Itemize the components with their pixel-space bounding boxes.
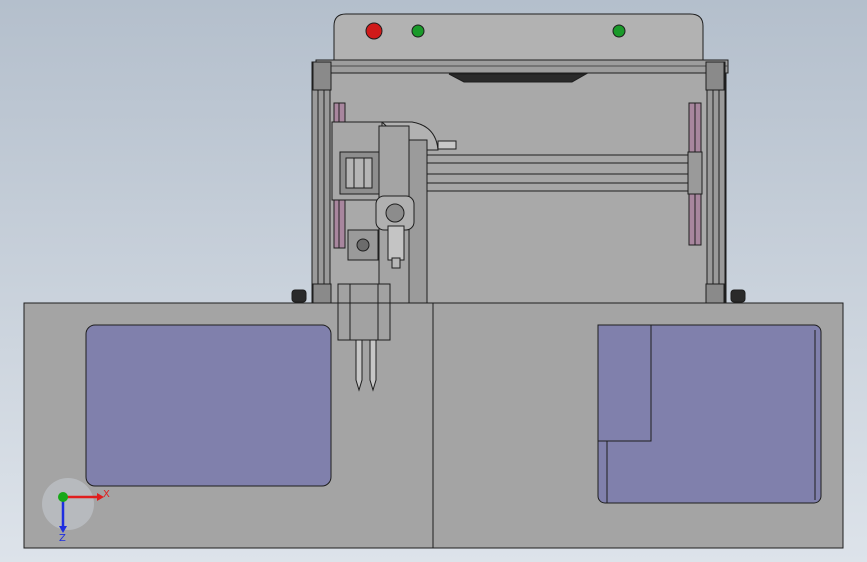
green-indicator-light-right[interactable]: [612, 24, 626, 38]
frame-foot-left: [291, 289, 307, 303]
x-axis-beam: [419, 151, 703, 195]
z-axis-label: Z: [59, 533, 66, 544]
x-beam-end-cap: [687, 151, 703, 195]
air-fitting: [437, 140, 457, 150]
y-axis-dot: [58, 492, 68, 502]
frame-foot-right: [730, 289, 746, 303]
left-work-tray[interactable]: [85, 324, 332, 487]
frame-corner-bracket: [312, 283, 332, 305]
nozzle-block-lower: [337, 302, 391, 341]
gantry-beam-slot: [448, 73, 588, 83]
x-beam-body: [419, 154, 703, 192]
bracket-bore: [385, 203, 405, 223]
frame-corner-bracket: [705, 61, 725, 91]
gantry-right-post: [706, 61, 726, 305]
frame-corner-bracket: [312, 61, 332, 91]
frame-corner-bracket: [705, 283, 725, 305]
syringe-holder: [387, 225, 405, 261]
cad-viewport[interactable]: X Z: [0, 0, 867, 562]
motor-face: [345, 157, 373, 189]
control-panel: [333, 13, 704, 61]
dispense-needle-tip: [355, 339, 363, 392]
green-indicator-light-left[interactable]: [411, 24, 425, 38]
red-indicator-light[interactable]: [365, 22, 383, 40]
gantry-left-post: [311, 61, 331, 305]
dispense-needle-tip: [369, 339, 377, 392]
right-tray-insert: [597, 324, 652, 442]
control-panel-body: [333, 13, 704, 61]
x-axis-label: X: [103, 489, 110, 500]
syringe-tip: [391, 257, 401, 269]
valve-port: [356, 238, 370, 252]
triad-shadow: [42, 478, 94, 530]
